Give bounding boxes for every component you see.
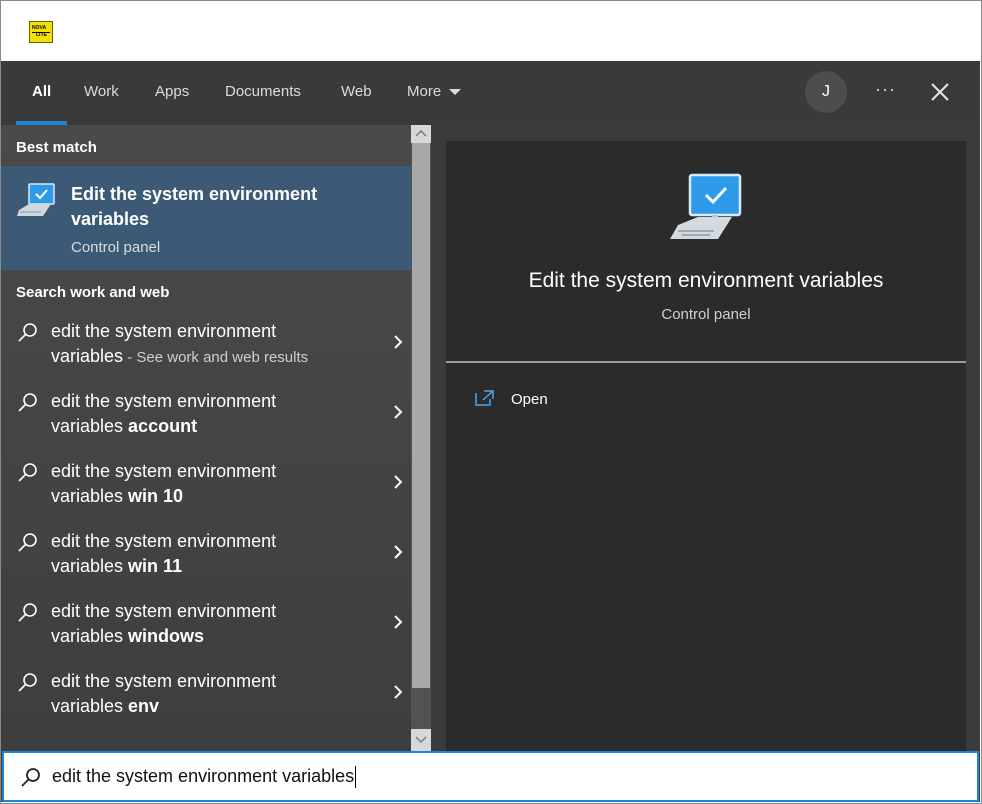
suggestion-line2: variables xyxy=(51,556,129,576)
search-suggestion-item[interactable]: edit the system environment variables - S… xyxy=(1,310,411,380)
open-label: Open xyxy=(511,391,548,408)
suggestion-line2: variables xyxy=(51,626,129,646)
preview-title: Edit the system environment variables xyxy=(528,269,884,292)
tab-work[interactable]: Work xyxy=(84,83,119,100)
suggestion-text: edit the system environment variables - S… xyxy=(51,319,381,370)
search-suggestion-item[interactable]: edit the system environment variables env xyxy=(1,660,411,730)
chevron-right-icon[interactable] xyxy=(393,684,403,700)
chevron-up-icon xyxy=(415,129,427,137)
suggestion-line1: edit the system environment xyxy=(51,321,277,341)
suggestion-line2: variables xyxy=(51,486,129,506)
search-icon xyxy=(18,673,37,692)
close-icon[interactable] xyxy=(929,81,951,103)
search-work-web-heading: Search work and web xyxy=(16,284,170,301)
suggestion-text: edit the system environment variables win… xyxy=(51,459,381,510)
suggestion-line1: edit the system environment xyxy=(51,531,277,551)
scroll-thumb[interactable] xyxy=(412,143,430,688)
filter-tab-bar: All Work Apps Documents Web More J ··· xyxy=(1,61,980,125)
search-suggestion-item[interactable]: edit the system environment variables win… xyxy=(1,450,411,520)
account-avatar[interactable]: J xyxy=(805,71,847,113)
chevron-down-icon xyxy=(415,736,427,744)
search-input-value: edit the system environment variables xyxy=(52,766,355,786)
suggestion-line2: variables xyxy=(51,346,124,366)
suggestion-line2: variables xyxy=(51,416,129,436)
search-suggestion-item[interactable]: edit the system environment variables win… xyxy=(1,590,411,660)
suggestion-bold-term: account xyxy=(128,416,198,436)
search-suggestion-item[interactable]: edit the system environment variables win… xyxy=(1,520,411,590)
suggestion-line2: variables xyxy=(51,696,129,716)
best-match-heading: Best match xyxy=(16,139,97,156)
open-action[interactable]: Open xyxy=(474,386,954,416)
chevron-down-icon xyxy=(449,89,462,96)
tab-documents[interactable]: Documents xyxy=(225,83,301,100)
suggestion-bold-term: env xyxy=(128,696,160,716)
preview-subtitle: Control panel xyxy=(661,306,751,323)
suggestion-line1: edit the system environment xyxy=(51,391,277,411)
suggestion-text: edit the system environment variables win… xyxy=(51,529,381,580)
tab-apps[interactable]: Apps xyxy=(155,83,189,100)
search-icon xyxy=(18,463,37,482)
suggestion-text: edit the system environment variables env xyxy=(51,669,381,720)
tab-web[interactable]: Web xyxy=(341,83,372,100)
tab-more[interactable]: More xyxy=(407,83,462,100)
suggestion-bold-term: win 10 xyxy=(128,486,184,506)
more-options-icon[interactable]: ··· xyxy=(875,79,896,100)
title-strip: NOVA LITE xyxy=(1,1,981,61)
suggestion-line1: edit the system environment xyxy=(51,461,277,481)
tab-all[interactable]: All xyxy=(32,83,51,100)
suggestion-text: edit the system environment variables win… xyxy=(51,599,381,650)
suggestion-text: edit the system environment variables acc… xyxy=(51,389,381,440)
best-match-item[interactable]: Edit the system environment variables Co… xyxy=(1,166,411,270)
scroll-down-button[interactable] xyxy=(411,729,431,751)
open-external-icon xyxy=(475,390,494,406)
text-caret xyxy=(355,766,357,789)
tab-more-label: More xyxy=(407,83,442,100)
suggestion-bold-term: win 11 xyxy=(128,556,183,576)
suggestion-line1: edit the system environment xyxy=(51,601,277,621)
chevron-right-icon[interactable] xyxy=(393,404,403,420)
search-input[interactable]: edit the system environment variables xyxy=(52,766,357,789)
chevron-right-icon[interactable] xyxy=(393,614,403,630)
search-panel: All Work Apps Documents Web More J ··· B… xyxy=(1,61,980,802)
search-icon xyxy=(18,323,37,342)
scroll-up-button[interactable] xyxy=(411,125,431,143)
results-list: Best match Edit the system environment v… xyxy=(1,125,411,751)
chevron-right-icon[interactable] xyxy=(393,544,403,560)
monitor-check-icon xyxy=(670,173,742,239)
preview-header: Edit the system environment variables Co… xyxy=(446,141,966,360)
search-icon xyxy=(18,533,37,552)
app-logo: NOVA LITE xyxy=(29,21,53,43)
search-suggestion-item[interactable]: edit the system environment variables acc… xyxy=(1,380,411,450)
search-icon xyxy=(21,768,40,787)
search-box[interactable]: edit the system environment variables xyxy=(2,751,979,802)
suggestion-hint: - See work and web results xyxy=(123,349,309,366)
suggestion-bold-term: windows xyxy=(128,626,205,646)
monitor-check-icon xyxy=(17,183,55,216)
preview-pane: Edit the system environment variables Co… xyxy=(446,141,966,751)
best-match-subtitle: Control panel xyxy=(71,239,161,256)
results-scrollbar[interactable] xyxy=(411,125,431,751)
chevron-right-icon[interactable] xyxy=(393,474,403,490)
preview-divider xyxy=(446,361,966,363)
search-icon xyxy=(18,603,37,622)
best-match-title: Edit the system environment variables xyxy=(71,184,318,229)
chevron-right-icon[interactable] xyxy=(393,334,403,350)
search-icon xyxy=(18,393,37,412)
suggestion-line1: edit the system environment xyxy=(51,671,277,691)
